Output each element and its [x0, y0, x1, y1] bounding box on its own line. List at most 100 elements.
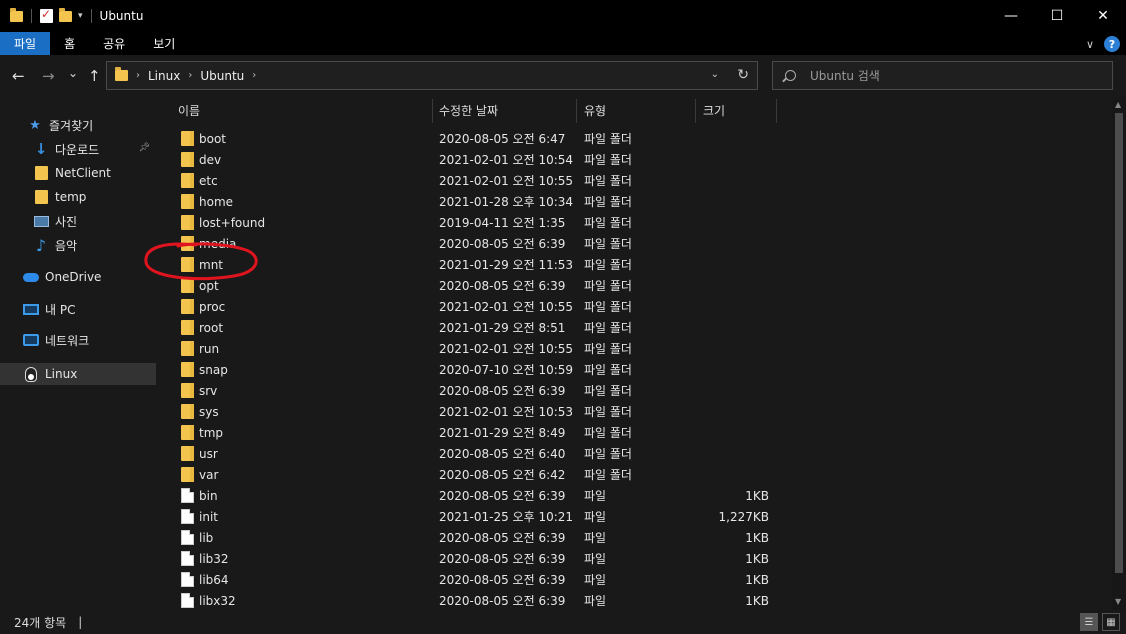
up-button[interactable]: ↑ — [88, 67, 101, 85]
scrollbar-thumb[interactable] — [1115, 113, 1123, 573]
file-size: 1KB — [745, 488, 769, 503]
table-row[interactable]: bin 2020-08-05 오전 6:39 파일 1KB — [160, 485, 1112, 506]
table-row[interactable]: init 2021-01-25 오후 10:21 파일 1,227KB — [160, 506, 1112, 527]
sidebar-item-label: 즐겨찾기 — [49, 118, 94, 133]
details-view-icon[interactable]: ☰ — [1080, 613, 1098, 631]
file-date: 2020-08-05 오전 6:39 — [439, 573, 566, 587]
help-icon[interactable]: ? — [1104, 36, 1120, 52]
forward-button[interactable]: → — [42, 67, 55, 85]
folder-icon — [181, 152, 194, 167]
address-dropdown-icon[interactable]: ⌄ — [711, 69, 719, 80]
file-date: 2020-08-05 오전 6:39 — [439, 384, 566, 398]
scroll-up-icon[interactable]: ▲ — [1115, 100, 1121, 109]
file-name: lib32 — [199, 551, 229, 566]
file-date: 2021-01-28 오후 10:34 — [439, 195, 574, 209]
minimize-button[interactable]: — — [988, 0, 1034, 32]
recent-locations-button[interactable]: ⌄ — [68, 66, 78, 80]
sidebar-item-temp[interactable]: temp — [0, 186, 156, 208]
search-box[interactable] — [772, 61, 1113, 90]
folder-icon — [181, 257, 194, 272]
sidebar-item-pictures[interactable]: 사진 — [0, 210, 156, 232]
search-input[interactable] — [810, 68, 1090, 83]
vertical-scrollbar[interactable]: ▲ ▼ — [1112, 97, 1126, 610]
view-toggle: ☰ ▦ — [1080, 613, 1120, 631]
table-row[interactable]: boot 2020-08-05 오전 6:47 파일 폴더 — [160, 128, 1112, 149]
table-row[interactable]: sys 2021-02-01 오전 10:53 파일 폴더 — [160, 401, 1112, 422]
file-date: 2021-02-01 오전 10:53 — [439, 405, 574, 419]
expand-ribbon-icon[interactable]: ∨ — [1086, 38, 1094, 51]
breadcrumb-ubuntu[interactable]: Ubuntu — [200, 69, 244, 83]
file-size: 1KB — [745, 593, 769, 608]
sidebar-item-network[interactable]: 네트워크 — [0, 329, 156, 351]
breadcrumb-linux[interactable]: Linux — [148, 69, 180, 83]
maximize-button[interactable]: ☐ — [1034, 0, 1080, 32]
scroll-down-icon[interactable]: ▼ — [1115, 597, 1121, 606]
column-divider[interactable] — [576, 99, 577, 123]
close-button[interactable]: ✕ — [1080, 0, 1126, 32]
sidebar-item-music[interactable]: ♪ 음악 — [0, 234, 156, 256]
sidebar-item-label: NetClient — [55, 166, 111, 180]
sidebar-item-favorites[interactable]: ★ 즐겨찾기 — [0, 114, 156, 136]
customize-toolbar-icon[interactable]: ▾ — [78, 11, 83, 21]
column-divider[interactable] — [776, 99, 777, 123]
table-row[interactable]: dev 2021-02-01 오전 10:54 파일 폴더 — [160, 149, 1112, 170]
back-button[interactable]: ← — [12, 67, 25, 85]
column-header-date[interactable]: 수정한 날짜 — [433, 97, 575, 123]
window-title: Ubuntu — [99, 9, 144, 23]
file-date: 2019-04-11 오전 1:35 — [439, 216, 566, 230]
table-row[interactable]: opt 2020-08-05 오전 6:39 파일 폴더 — [160, 275, 1112, 296]
column-headers: ^ 이름 수정한 날짜 유형 크기 — [160, 97, 1112, 123]
table-row[interactable]: tmp 2021-01-29 오전 8:49 파일 폴더 — [160, 422, 1112, 443]
table-row[interactable]: run 2021-02-01 오전 10:55 파일 폴더 — [160, 338, 1112, 359]
table-row[interactable]: media 2020-08-05 오전 6:39 파일 폴더 — [160, 233, 1112, 254]
column-header-size[interactable]: 크기 — [697, 97, 775, 123]
file-name: usr — [199, 446, 218, 461]
pin-icon[interactable]: 📌︎ — [139, 143, 150, 153]
refresh-icon[interactable]: ↻ — [737, 67, 749, 83]
column-header-type[interactable]: 유형 — [578, 97, 694, 123]
file-type: 파일 폴더 — [584, 321, 632, 335]
file-size: 1KB — [745, 572, 769, 587]
table-row[interactable]: root 2021-01-29 오전 8:51 파일 폴더 — [160, 317, 1112, 338]
table-row[interactable]: var 2020-08-05 오전 6:42 파일 폴더 — [160, 464, 1112, 485]
file-date: 2021-01-25 오후 10:21 — [439, 510, 574, 524]
network-icon — [23, 332, 39, 348]
column-header-name[interactable]: 이름 — [172, 97, 430, 123]
file-name: boot — [199, 131, 227, 146]
tab-home[interactable]: 홈 — [50, 32, 89, 55]
new-folder-icon[interactable] — [59, 7, 72, 22]
file-type: 파일 폴더 — [584, 300, 632, 314]
file-name: var — [199, 467, 219, 482]
table-row[interactable]: snap 2020-07-10 오전 10:59 파일 폴더 — [160, 359, 1112, 380]
table-row[interactable]: libx32 2020-08-05 오전 6:39 파일 1KB — [160, 590, 1112, 610]
table-row[interactable]: srv 2020-08-05 오전 6:39 파일 폴더 — [160, 380, 1112, 401]
chevron-right-icon[interactable]: › — [252, 70, 256, 81]
sidebar-item-onedrive[interactable]: OneDrive — [0, 266, 156, 288]
sidebar-item-netclient[interactable]: NetClient — [0, 162, 156, 184]
chevron-right-icon[interactable]: › — [136, 70, 140, 81]
table-row[interactable]: lib64 2020-08-05 오전 6:39 파일 1KB — [160, 569, 1112, 590]
table-row[interactable]: usr 2020-08-05 오전 6:40 파일 폴더 — [160, 443, 1112, 464]
file-date: 2020-08-05 오전 6:39 — [439, 489, 566, 503]
chevron-right-icon[interactable]: › — [188, 70, 192, 81]
tab-file[interactable]: 파일 — [0, 32, 51, 55]
table-row[interactable]: lost+found 2019-04-11 오전 1:35 파일 폴더 — [160, 212, 1112, 233]
tab-view[interactable]: 보기 — [139, 32, 189, 55]
address-bar[interactable]: › Linux › Ubuntu › ⌄ ↻ — [106, 61, 758, 90]
sidebar-item-linux[interactable]: Linux — [0, 363, 156, 385]
large-icons-view-icon[interactable]: ▦ — [1102, 613, 1120, 631]
tab-share[interactable]: 공유 — [89, 32, 139, 55]
column-divider[interactable] — [695, 99, 696, 123]
folder-icon[interactable] — [10, 7, 23, 22]
properties-icon[interactable] — [40, 7, 53, 23]
file-date: 2020-08-05 오전 6:39 — [439, 594, 566, 608]
table-row[interactable]: home 2021-01-28 오후 10:34 파일 폴더 — [160, 191, 1112, 212]
table-row[interactable]: proc 2021-02-01 오전 10:55 파일 폴더 — [160, 296, 1112, 317]
sidebar-item-downloads[interactable]: ↓ 다운로드 📌︎ — [0, 138, 156, 160]
sidebar-item-this-pc[interactable]: 내 PC — [0, 298, 156, 320]
table-row[interactable]: mnt 2021-01-29 오전 11:53 파일 폴더 — [160, 254, 1112, 275]
table-row[interactable]: lib32 2020-08-05 오전 6:39 파일 1KB — [160, 548, 1112, 569]
file-date: 2020-08-05 오전 6:40 — [439, 447, 566, 461]
table-row[interactable]: lib 2020-08-05 오전 6:39 파일 1KB — [160, 527, 1112, 548]
table-row[interactable]: etc 2021-02-01 오전 10:55 파일 폴더 — [160, 170, 1112, 191]
